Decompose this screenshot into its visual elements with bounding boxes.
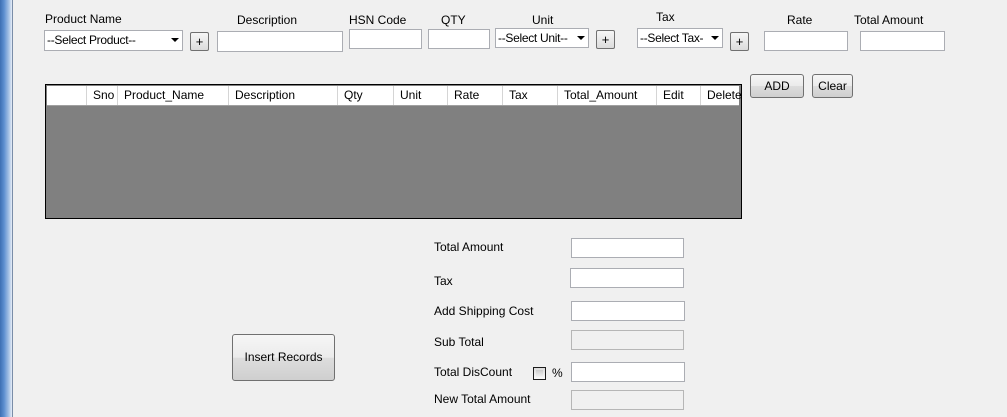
summary-total-amount-label: Total Amount [434, 240, 504, 254]
clear-button[interactable]: Clear [812, 74, 853, 98]
items-grid[interactable]: Sno Product_Name Description Qty Unit Ra… [45, 84, 742, 219]
unit-label: Unit [532, 13, 554, 27]
chevron-down-icon [577, 36, 585, 40]
chevron-down-icon [711, 36, 719, 40]
column-header-total-amount[interactable]: Total_Amount [558, 86, 657, 105]
window-border-line [12, 0, 13, 417]
total-amount-label: Total Amount [854, 13, 924, 27]
hsn-code-input[interactable] [349, 29, 422, 49]
grid-row-header-cell [47, 86, 87, 105]
tax-select-value: --Select Tax- [640, 31, 704, 45]
column-header-sno[interactable]: Sno [87, 86, 118, 105]
window-left-border [0, 0, 12, 417]
shipping-cost-input[interactable] [571, 301, 685, 321]
rate-input[interactable] [764, 31, 848, 51]
column-header-edit[interactable]: Edit [657, 86, 701, 105]
add-tax-button[interactable]: + [730, 32, 749, 51]
column-header-product-name[interactable]: Product_Name [118, 86, 229, 105]
description-input[interactable] [217, 31, 343, 52]
tax-select[interactable]: --Select Tax- [637, 28, 723, 48]
summary-tax-input[interactable] [570, 268, 684, 288]
insert-records-button[interactable]: Insert Records [232, 334, 335, 381]
total-discount-label: Total DisCount [434, 365, 513, 379]
qty-label: QTY [441, 13, 466, 27]
column-header-unit[interactable]: Unit [394, 86, 448, 105]
summary-tax-label: Tax [434, 274, 453, 288]
add-unit-button[interactable]: + [596, 30, 615, 49]
discount-percent-checkbox[interactable] [533, 367, 546, 380]
column-header-rate[interactable]: Rate [448, 86, 503, 105]
total-discount-input[interactable] [571, 362, 685, 382]
column-header-qty[interactable]: Qty [338, 86, 394, 105]
chevron-down-icon [171, 38, 179, 42]
rate-label: Rate [787, 13, 813, 27]
product-select-value: --Select Product-- [47, 33, 136, 47]
column-header-delete[interactable]: Delete [701, 86, 742, 105]
new-total-amount-field [571, 390, 684, 410]
grid-header: Sno Product_Name Description Qty Unit Ra… [47, 86, 742, 106]
hsn-code-label: HSN Code [349, 13, 407, 27]
unit-select[interactable]: --Select Unit-- [495, 28, 589, 48]
tax-label: Tax [656, 10, 675, 24]
qty-input[interactable] [428, 29, 490, 49]
column-header-description[interactable]: Description [229, 86, 338, 105]
product-select[interactable]: --Select Product-- [44, 30, 183, 51]
product-name-label: Product Name [45, 12, 122, 26]
add-product-button[interactable]: + [190, 32, 209, 51]
sub-total-field [571, 330, 684, 350]
add-button[interactable]: ADD [750, 74, 804, 98]
summary-total-amount-input[interactable] [571, 238, 684, 258]
new-total-amount-label: New Total Amount [434, 392, 531, 406]
total-amount-input[interactable] [860, 31, 945, 51]
shipping-cost-label: Add Shipping Cost [434, 304, 534, 318]
column-header-tax[interactable]: Tax [503, 86, 558, 105]
percent-label: % [552, 366, 563, 380]
description-label: Description [237, 13, 298, 27]
unit-select-value: --Select Unit-- [498, 31, 568, 45]
sub-total-label: Sub Total [434, 335, 484, 349]
